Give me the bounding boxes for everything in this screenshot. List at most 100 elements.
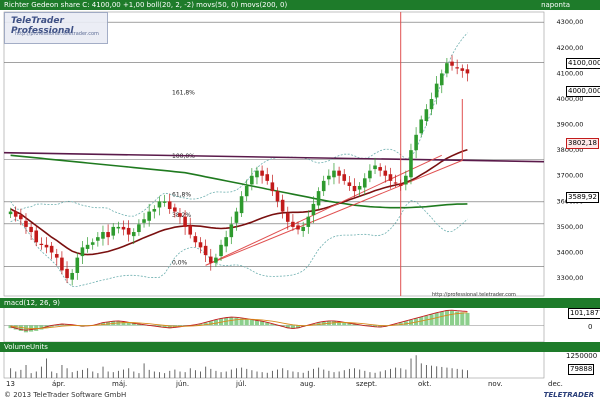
macd-histogram-bar — [234, 317, 239, 326]
volume-bar — [364, 370, 366, 378]
x-tick-label-1: ápr. — [52, 380, 66, 388]
macd-zero-label: 0 — [588, 323, 593, 331]
volume-bar — [318, 367, 320, 378]
fib-label-2: 61,8% — [172, 191, 191, 198]
volume-bar — [441, 366, 443, 378]
fib-label-4: 0,0% — [172, 260, 188, 267]
volume-bar — [431, 365, 432, 378]
volume-scale-label: 1250000 — [566, 352, 598, 360]
volume-header: VolumeUnits — [0, 342, 600, 352]
candle-body — [275, 191, 280, 202]
volume-bar — [112, 372, 114, 378]
candle-body — [398, 183, 403, 186]
volume-bar — [51, 371, 53, 378]
candle-body — [214, 257, 218, 263]
volume-bar — [82, 369, 83, 378]
y-tick-label-8: 3500,00 — [557, 223, 584, 231]
macd-histogram-bar — [229, 317, 234, 326]
candle-body — [373, 165, 377, 170]
candle-body — [80, 247, 85, 257]
volume-title: VolumeUnits — [4, 343, 48, 351]
volume-bar — [225, 371, 227, 378]
candle-body — [291, 221, 295, 227]
macd-value-tag: 101,1877 — [568, 308, 600, 319]
candle-body — [90, 242, 95, 245]
candle-body — [106, 232, 110, 238]
volume-bar — [210, 368, 212, 378]
macd-histogram-bar — [23, 325, 29, 333]
volume-bar — [251, 370, 253, 378]
footer: © 2013 TeleTrader Software GmbH TELETRAD… — [0, 390, 600, 400]
volume-bar — [374, 372, 376, 378]
candle-body — [8, 211, 13, 215]
macd-histogram-bar — [54, 325, 59, 326]
candle-body — [54, 254, 59, 258]
candle-body — [178, 213, 182, 217]
volume-bar — [102, 366, 104, 378]
candle-body — [404, 175, 408, 185]
volume-bar — [451, 368, 453, 378]
movs200-price-tag: 3589,92 — [566, 192, 599, 203]
movs50-price-tag: 3802,18 — [566, 138, 599, 149]
candle-body — [368, 170, 372, 179]
candle-body — [29, 226, 33, 233]
candle-body — [239, 196, 244, 214]
volume-bar — [333, 372, 335, 378]
candle-body — [414, 134, 418, 151]
volume-bar — [30, 373, 32, 378]
candle-body — [439, 73, 444, 86]
volume-bar — [271, 370, 273, 378]
macd-histogram-bar — [254, 320, 260, 326]
candle-body — [327, 175, 331, 180]
volume-bar — [323, 369, 325, 378]
volume-bar — [307, 370, 309, 378]
volume-bar — [467, 370, 468, 378]
fib-label-0: 161,8% — [172, 89, 195, 96]
y-tick-label-1: 4200,00 — [557, 44, 584, 52]
candle-body — [378, 167, 382, 171]
candle-body — [362, 178, 367, 188]
x-tick-label-5: aug. — [300, 380, 316, 388]
volume-bar — [66, 368, 68, 378]
volume-bar — [395, 367, 397, 378]
candle-body — [352, 185, 357, 192]
volume-bar — [179, 371, 181, 378]
macd-header: macd(12, 26, 9) — [0, 298, 600, 308]
candle-body — [357, 185, 362, 190]
candle-body — [208, 256, 213, 263]
volume-bar — [369, 372, 371, 378]
volume-bar — [266, 372, 268, 378]
candle-body — [270, 182, 275, 192]
y-tick-label-9: 3400,00 — [557, 249, 584, 257]
candle-body — [285, 213, 290, 222]
candle-body — [250, 175, 254, 185]
volume-bar — [328, 370, 330, 378]
candle-body — [152, 209, 157, 212]
candle-body — [131, 232, 136, 237]
candle-body — [142, 219, 146, 223]
volume-bar — [220, 372, 222, 378]
candle-body — [306, 216, 311, 227]
volume-bar — [97, 373, 99, 378]
macd-histogram-bar — [444, 310, 449, 326]
price-chart: 161,8%100,0%61,8%38,2%0,0%4300,004200,00… — [3, 11, 584, 379]
last-price-tag: 4100,000 — [566, 58, 600, 69]
candle-body — [255, 170, 259, 178]
volume-bar — [138, 373, 140, 378]
candle-body — [39, 243, 44, 246]
candle-body — [383, 170, 388, 176]
volume-bar — [420, 363, 422, 378]
candle-body — [101, 232, 105, 239]
volume-bar — [338, 371, 340, 378]
candle-body — [188, 225, 193, 235]
candle-body — [70, 272, 74, 280]
candle-body — [265, 174, 270, 181]
volume-bar — [277, 369, 278, 378]
macd-histogram-bar — [429, 314, 434, 326]
candle-body — [24, 220, 28, 227]
candle-body — [167, 201, 172, 210]
volume-bar — [10, 368, 12, 378]
volume-bar — [25, 365, 27, 378]
candle-body — [332, 170, 336, 178]
candle-body — [429, 98, 434, 110]
